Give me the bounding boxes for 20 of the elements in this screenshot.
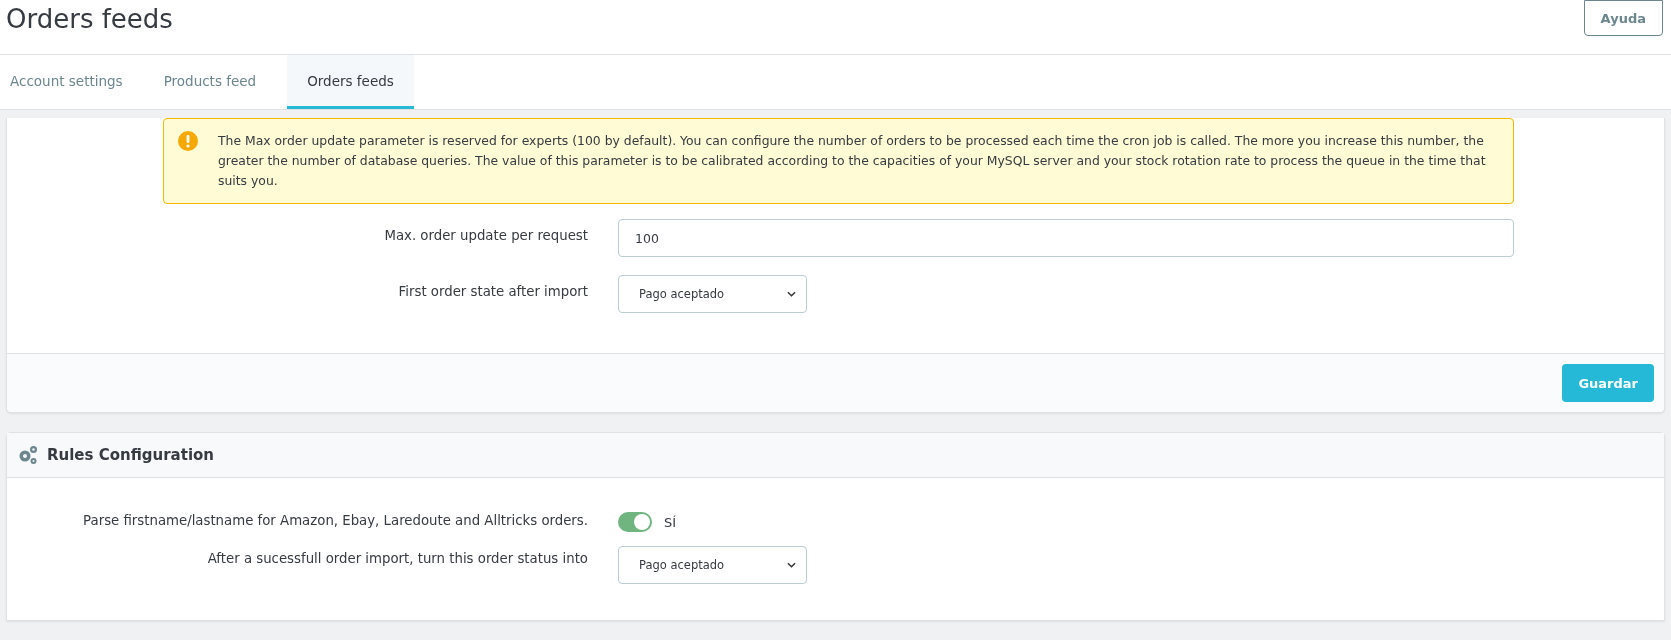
field-label: After a sucessfull order import, turn this order status into	[206, 550, 588, 568]
chevron-down-icon	[787, 291, 796, 297]
chevron-down-icon	[787, 562, 796, 568]
gears-icon	[17, 444, 39, 466]
toggle-label: SÍ	[664, 514, 677, 530]
dropdown[interactable]: Pago aceptado	[618, 275, 807, 313]
page-title: Orders feeds	[5, 3, 173, 36]
dropdown[interactable]: Pago aceptado	[618, 546, 807, 584]
tab[interactable]: Orders feeds	[287, 55, 414, 109]
tab[interactable]: Products feed	[153, 55, 278, 109]
field-label: Parse firstname/lastname for Amazon, Ebay, Laredoute and Alltricks orders.	[82, 512, 588, 530]
alert-text: The Max order update parameter is reserved for experts (100 by default). You can configure the number of orders to be processed each time the cron job is called. The more you increase this number, the greater the number of database queries. The value of this parameter is to be calibrated according to the capacities of your MySQL server and your stock rotation rate to process the queue in the time that suits you.	[218, 132, 1487, 190]
field-label: First order state after import	[397, 283, 588, 301]
help-button[interactable]: Ayuda	[1583, 0, 1663, 36]
tab[interactable]: Account settings	[0, 55, 144, 109]
field-label: Max. order update per request	[383, 227, 588, 245]
input-field[interactable]: 100	[618, 219, 1514, 257]
toggle-switch[interactable]	[618, 512, 652, 532]
warning-icon	[178, 131, 198, 151]
panel-title: Rules Configuration	[47, 446, 215, 464]
